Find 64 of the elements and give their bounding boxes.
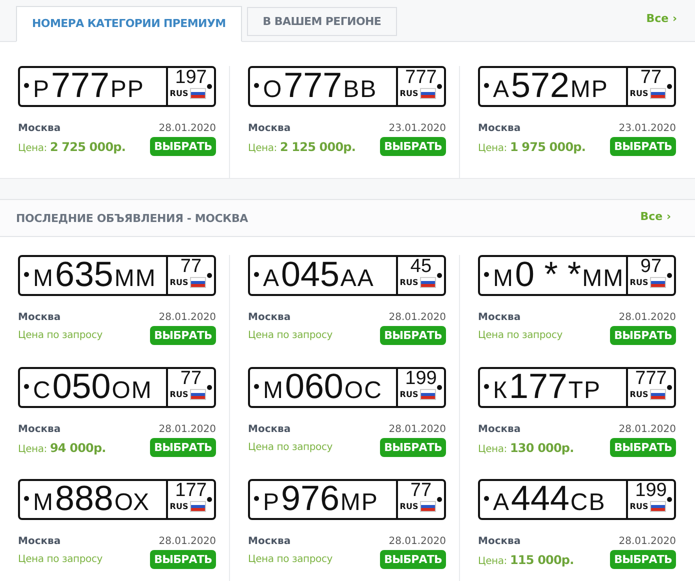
choose-button[interactable]: ВЫБРАТЬ <box>380 438 446 457</box>
all-link[interactable]: Все › <box>646 12 677 25</box>
choose-button[interactable]: ВЫБРАТЬ <box>380 326 446 345</box>
license-plate: К177ТР 777 RUS <box>478 367 676 408</box>
license-plate: М 888ОХ 177 RUS <box>18 479 216 520</box>
price-label: Цена по запросу <box>478 330 562 341</box>
date-label: 28.01.2020 <box>618 312 676 323</box>
date-label: 28.01.2020 <box>618 536 676 547</box>
price-label: Цена: 2 125 000р. <box>248 140 356 154</box>
date-label: 28.01.2020 <box>388 536 446 547</box>
choose-button[interactable]: ВЫБРАТЬ <box>380 550 446 569</box>
license-plate: Р777РР 197 RUS <box>18 66 216 107</box>
date-label: 28.01.2020 <box>158 312 216 323</box>
date-label: 28.01.2020 <box>388 424 446 435</box>
license-plate: А045АА 45 RUS <box>248 255 446 296</box>
choose-button[interactable]: ВЫБРАТЬ <box>610 438 676 457</box>
license-plate: М 635ММ 77 RUS <box>18 255 216 296</box>
license-plate: А572МР 77 RUS <box>478 66 676 107</box>
date-label: 28.01.2020 <box>388 312 446 323</box>
city-label: Москва <box>478 424 521 435</box>
tab[interactable]: НОМЕРА КАТЕГОРИИ ПРЕМИУМ <box>16 6 242 42</box>
price-label: Цена: 115 000р. <box>478 552 574 566</box>
choose-button[interactable]: ВЫБРАТЬ <box>150 550 216 569</box>
choose-button[interactable]: ВЫБРАТЬ <box>150 137 216 156</box>
price-label: Цена по запросу <box>248 330 332 341</box>
date-label: 28.01.2020 <box>618 424 676 435</box>
all-link[interactable]: Все › <box>640 210 671 222</box>
city-label: Москва <box>248 123 291 134</box>
city-label: Москва <box>478 536 521 547</box>
price-label: Цена по запросу <box>248 442 332 453</box>
choose-button[interactable]: ВЫБРАТЬ <box>610 137 676 156</box>
city-label: Москва <box>248 424 291 435</box>
license-plate: Р976МР 77 RUS <box>248 479 446 520</box>
city-label: Москва <box>248 312 291 323</box>
price-label: Цена: 2 725 000р. <box>18 140 126 154</box>
choose-button[interactable]: ВЫБРАТЬ <box>380 137 446 156</box>
date-label: 23.01.2020 <box>618 123 676 134</box>
choose-button[interactable]: ВЫБРАТЬ <box>610 326 676 345</box>
tab[interactable]: В ВАШЕМ РЕГИОНЕ <box>246 7 398 36</box>
city-label: Москва <box>478 312 521 323</box>
price-label: Цена по запросу <box>248 554 332 565</box>
price-label: Цена по запросу <box>18 330 102 341</box>
date-label: 28.01.2020 <box>158 424 216 435</box>
license-plate: О777ВВ 777 RUS <box>248 66 446 107</box>
city-label: Москва <box>18 312 61 323</box>
city-label: Москва <box>248 536 291 547</box>
price-label: Цена: 94 000р. <box>18 440 106 454</box>
license-plate: М 0 * *ММ 97 RUS <box>478 255 676 296</box>
price-label: Цена: 1 975 000р. <box>478 140 586 154</box>
price-label: Цена: 130 000р. <box>478 440 574 454</box>
city-label: Москва <box>18 424 61 435</box>
city-label: Москва <box>478 123 521 134</box>
license-plate: С050ОМ 77 RUS <box>18 367 216 408</box>
choose-button[interactable]: ВЫБРАТЬ <box>150 326 216 345</box>
choose-button[interactable]: ВЫБРАТЬ <box>150 438 216 457</box>
license-plate: А444СВ 199 RUS <box>478 479 676 520</box>
choose-button[interactable]: ВЫБРАТЬ <box>610 550 676 569</box>
date-label: 28.01.2020 <box>158 536 216 547</box>
date-label: 28.01.2020 <box>158 123 216 134</box>
city-label: Москва <box>18 536 61 547</box>
city-label: Москва <box>18 123 61 134</box>
date-label: 23.01.2020 <box>388 123 446 134</box>
price-label: Цена по запросу <box>18 554 102 565</box>
section-title: ПОСЛЕДНИЕ ОБЪЯВЛЕНИЯ - МОСКВА <box>16 212 248 224</box>
